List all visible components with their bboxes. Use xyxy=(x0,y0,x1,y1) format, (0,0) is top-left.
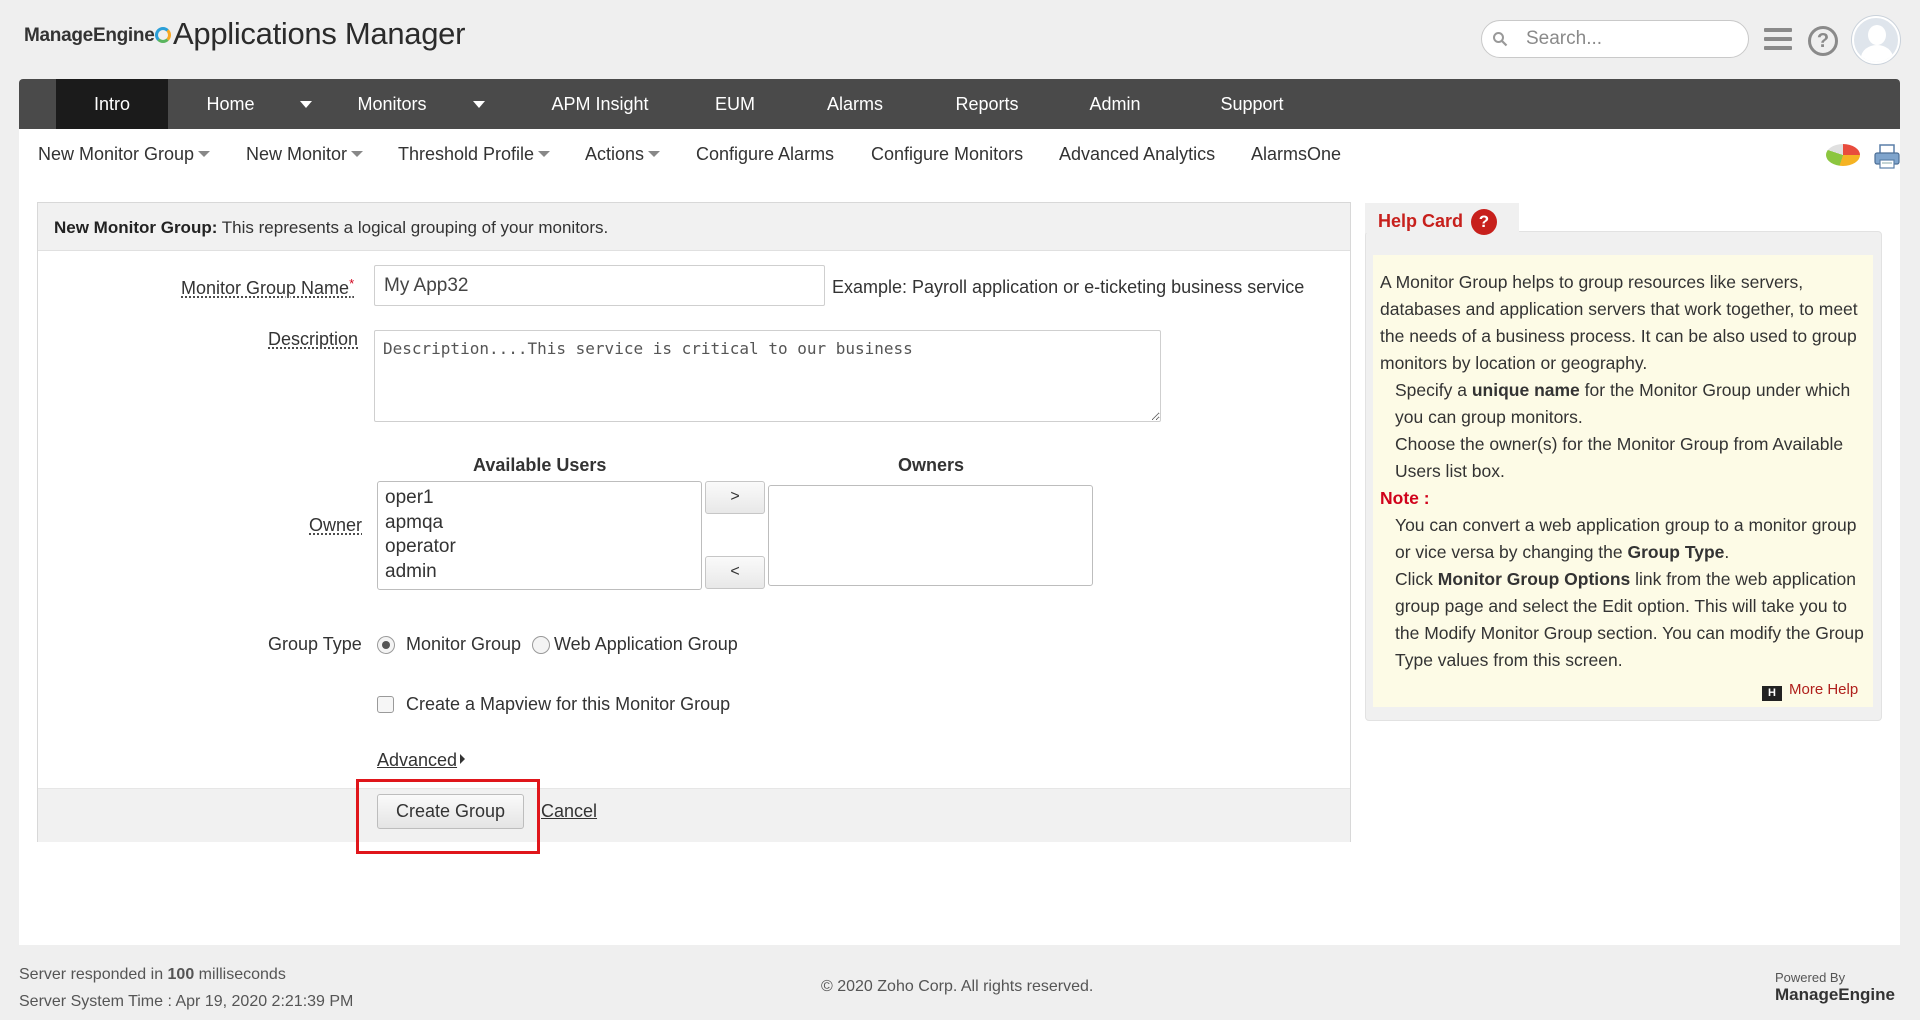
server-time-text: Server System Time : Apr 19, 2020 2:21:3… xyxy=(19,993,354,1010)
more-help-link[interactable]: H More Help xyxy=(1762,681,1858,701)
help-book-icon: H xyxy=(1762,686,1782,701)
description-textarea[interactable]: Description....This service is critical … xyxy=(374,330,1161,422)
advanced-link[interactable]: Advanced xyxy=(377,750,466,771)
search-box[interactable] xyxy=(1481,20,1749,58)
mapview-checkbox-label[interactable]: Create a Mapview for this Monitor Group xyxy=(406,694,730,715)
list-item[interactable]: oper1 xyxy=(378,486,701,511)
help-item: Specify a unique name for the Monitor Gr… xyxy=(1395,380,1851,427)
chevron-down-icon xyxy=(648,151,661,157)
chevron-down-icon xyxy=(538,151,551,157)
subnav-actions[interactable]: Actions xyxy=(585,144,661,165)
available-users-list[interactable]: oper1 apmqa operator admin xyxy=(377,481,702,590)
subnav-new-monitor[interactable]: New Monitor xyxy=(246,144,364,165)
list-item[interactable]: admin xyxy=(378,560,701,585)
nav-home[interactable]: Home xyxy=(168,79,293,129)
group-type-label: Group Type xyxy=(268,634,362,654)
pie-chart-icon[interactable] xyxy=(1826,144,1860,166)
nav-support[interactable]: Support xyxy=(1187,79,1317,129)
move-to-owners-button[interactable]: > xyxy=(705,481,765,514)
app-header: ManageEngine Applications Manager ? xyxy=(0,0,1920,78)
user-avatar[interactable] xyxy=(1852,16,1900,64)
form-title: New Monitor Group: This represents a log… xyxy=(54,218,609,237)
powered-by-logo: ManageEngine xyxy=(1775,985,1895,1004)
help-item: Choose the owner(s) for the Monitor Grou… xyxy=(1395,434,1844,481)
menu-icon[interactable] xyxy=(1764,28,1792,52)
monitor-group-radio[interactable] xyxy=(377,636,395,654)
chevron-down-icon xyxy=(351,151,364,157)
form-footer xyxy=(38,788,1350,842)
logo-swirl-icon xyxy=(155,27,172,43)
product-title: Applications Manager xyxy=(173,16,466,51)
subnav-threshold-profile[interactable]: Threshold Profile xyxy=(398,144,551,165)
subnav-alarmsone[interactable]: AlarmsOne xyxy=(1251,144,1341,165)
owners-header: Owners xyxy=(898,455,965,475)
description-label: Description xyxy=(268,329,359,349)
help-note-item: Click Monitor Group Options link from th… xyxy=(1395,569,1864,670)
help-note-label: Note : xyxy=(1380,488,1430,508)
caret-right-icon xyxy=(460,754,466,764)
form-header: New Monitor Group: This represents a log… xyxy=(38,203,1350,251)
available-users-header: Available Users xyxy=(473,455,607,475)
subnav-advanced-analytics[interactable]: Advanced Analytics xyxy=(1059,144,1215,165)
owners-list[interactable] xyxy=(768,485,1093,586)
subnav-configure-alarms[interactable]: Configure Alarms xyxy=(696,144,834,165)
list-item[interactable]: apmqa xyxy=(378,511,701,536)
help-note-item: You can convert a web application group … xyxy=(1395,515,1857,562)
cancel-link[interactable]: Cancel xyxy=(541,801,597,822)
chevron-down-icon xyxy=(198,151,211,157)
powered-by-text: Powered By xyxy=(1775,970,1846,985)
manageengine-logo[interactable]: ManageEngine xyxy=(24,25,172,47)
nav-reports[interactable]: Reports xyxy=(927,79,1047,129)
owner-label: Owner xyxy=(309,515,363,535)
search-icon xyxy=(1493,32,1508,47)
nav-monitors[interactable]: Monitors xyxy=(337,79,447,129)
response-time-text: Server responded in 100 milliseconds xyxy=(19,966,286,983)
web-application-group-radio-label[interactable]: Web Application Group xyxy=(554,634,738,655)
web-application-group-radio[interactable] xyxy=(532,636,550,654)
name-example-text: Example: Payroll application or e-ticket… xyxy=(832,277,1305,297)
subnav-configure-monitors[interactable]: Configure Monitors xyxy=(871,144,1023,165)
nav-admin[interactable]: Admin xyxy=(1055,79,1175,129)
nav-alarms[interactable]: Alarms xyxy=(795,79,915,129)
nav-apm-insight[interactable]: APM Insight xyxy=(525,79,675,129)
search-input[interactable] xyxy=(1526,28,1736,50)
print-icon[interactable] xyxy=(1873,142,1901,170)
sub-nav: New Monitor Group New Monitor Threshold … xyxy=(19,129,1900,181)
help-question-icon: ? xyxy=(1471,209,1497,235)
list-item[interactable]: operator xyxy=(378,535,701,560)
help-paragraph: A Monitor Group helps to group resources… xyxy=(1380,272,1858,373)
nav-eum[interactable]: EUM xyxy=(685,79,785,129)
monitor-group-radio-label[interactable]: Monitor Group xyxy=(406,634,521,655)
monitor-group-name-input[interactable] xyxy=(374,265,825,306)
help-card-title: Help Card xyxy=(1378,211,1464,231)
move-to-available-button[interactable]: < xyxy=(705,556,765,589)
nav-intro[interactable]: Intro xyxy=(56,79,168,129)
mapview-checkbox[interactable] xyxy=(377,696,394,713)
main-nav: Intro Home Monitors APM Insight EUM Alar… xyxy=(19,79,1900,129)
highlight-box xyxy=(356,779,540,854)
help-card-body: A Monitor Group helps to group resources… xyxy=(1373,255,1873,707)
monitor-group-name-label: Monitor Group Name* xyxy=(181,276,355,298)
nav-home-dropdown-icon[interactable] xyxy=(300,101,312,108)
nav-monitors-dropdown-icon[interactable] xyxy=(473,101,485,108)
copyright-text: © 2020 Zoho Corp. All rights reserved. xyxy=(821,978,1094,995)
help-icon[interactable]: ? xyxy=(1808,26,1838,56)
help-card-tab: Help Card ? xyxy=(1365,203,1519,235)
subnav-new-monitor-group[interactable]: New Monitor Group xyxy=(38,144,211,165)
